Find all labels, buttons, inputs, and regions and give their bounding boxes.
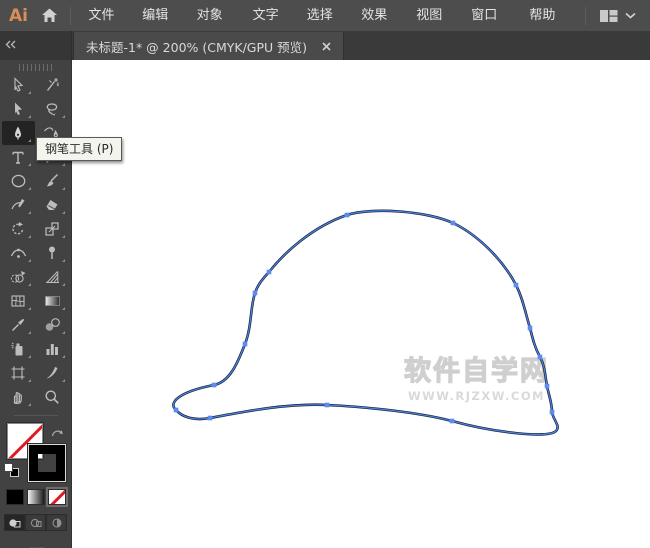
paint-none-button[interactable] <box>48 489 66 505</box>
anchor-points <box>174 213 555 424</box>
stroke-swatch-black[interactable] <box>29 445 65 481</box>
illustrator-window: Ai 文件(F) 编辑(E) 对象(O) 文字(T) 选择(S) 效果(C) 视… <box>0 0 650 548</box>
draw-inside-button[interactable] <box>46 514 67 531</box>
pencil-tool[interactable] <box>2 193 35 217</box>
chevron-down-icon <box>625 12 636 19</box>
hand-tool[interactable] <box>2 385 35 409</box>
menu-items: 文件(F) 编辑(E) 对象(O) 文字(T) 选择(S) 效果(C) 视图(V… <box>80 0 577 31</box>
default-fill-stroke-icon[interactable] <box>4 463 20 478</box>
slice-tool[interactable] <box>36 361 69 385</box>
anchor-point[interactable] <box>253 291 258 296</box>
app-logo[interactable]: Ai <box>0 6 38 26</box>
column-graph-tool[interactable] <box>36 337 69 361</box>
menubar-divider <box>70 7 71 25</box>
selection-tool[interactable] <box>2 73 35 97</box>
menu-edit[interactable]: 编辑(E) <box>133 0 187 31</box>
menubar-divider-right <box>585 7 586 25</box>
menu-type[interactable]: 文字(T) <box>244 0 298 31</box>
workspace-switcher-button[interactable] <box>595 6 640 26</box>
menu-window[interactable]: 窗口(W) <box>462 0 520 31</box>
menu-select[interactable]: 选择(S) <box>298 0 352 31</box>
anchor-point[interactable] <box>345 213 350 218</box>
mesh-tool[interactable] <box>2 289 35 313</box>
helmet-path-selection <box>173 211 557 435</box>
menu-effect[interactable]: 效果(C) <box>352 0 407 31</box>
document-tab-title: 未标题-1* @ 200% (CMYK/GPU 预览) <box>86 37 307 56</box>
paint-gradient-button[interactable] <box>27 489 45 505</box>
type-tool[interactable] <box>2 145 35 169</box>
anchor-point[interactable] <box>528 326 533 331</box>
menu-help[interactable]: 帮助(H) <box>520 0 576 31</box>
draw-normal-button[interactable] <box>4 514 25 531</box>
tool-grid <box>0 73 71 409</box>
blend-tool[interactable] <box>36 313 69 337</box>
pen-tool-tooltip: 钢笔工具 (P) <box>36 137 122 161</box>
zoom-tool[interactable] <box>36 385 69 409</box>
menubar: Ai 文件(F) 编辑(E) 对象(O) 文字(T) 选择(S) 效果(C) 视… <box>0 0 650 31</box>
shape-builder-tool[interactable] <box>2 265 35 289</box>
puppet-warp-tool[interactable] <box>36 241 69 265</box>
swap-fill-stroke-icon[interactable] <box>50 424 64 443</box>
paint-style-row <box>0 489 71 505</box>
toolbar-grip[interactable] <box>19 64 53 71</box>
toolbar-panel-header <box>0 31 72 60</box>
anchor-point[interactable] <box>208 416 213 421</box>
anchor-point[interactable] <box>545 384 550 389</box>
width-tool[interactable] <box>2 241 35 265</box>
magic-wand-tool[interactable] <box>36 73 69 97</box>
artboard-canvas[interactable]: 软件自学网 WWW.RJZXW.COM <box>72 60 650 548</box>
gradient-tool[interactable] <box>36 289 69 313</box>
workspace-layout-icon <box>599 8 619 24</box>
anchor-point[interactable] <box>514 283 519 288</box>
anchor-point[interactable] <box>174 408 179 413</box>
tab-close-icon[interactable] <box>319 39 333 53</box>
anchor-point[interactable] <box>212 383 217 388</box>
perspective-grid-tool[interactable] <box>36 265 69 289</box>
rotate-tool[interactable] <box>2 217 35 241</box>
scale-tool[interactable] <box>36 217 69 241</box>
ellipse-tool[interactable] <box>2 169 35 193</box>
anchor-point[interactable] <box>550 410 555 415</box>
pen-path-svg <box>72 60 650 548</box>
helmet-path-outline <box>173 211 557 435</box>
eraser-tool[interactable] <box>36 193 69 217</box>
pen-tool[interactable] <box>2 121 35 145</box>
paint-color-button[interactable] <box>6 489 24 505</box>
anchor-point[interactable] <box>450 419 455 424</box>
lasso-tool[interactable] <box>36 97 69 121</box>
eyedropper-tool[interactable] <box>2 313 35 337</box>
fill-stroke-cluster <box>0 421 72 481</box>
anchor-point[interactable] <box>325 403 330 408</box>
artboard-tool[interactable] <box>2 361 35 385</box>
menu-object[interactable]: 对象(O) <box>188 0 244 31</box>
toolbar-separator <box>14 415 58 416</box>
tabstrip: 未标题-1* @ 200% (CMYK/GPU 预览) <box>0 31 650 60</box>
draw-behind-button[interactable] <box>25 514 46 531</box>
symbol-sprayer-tool[interactable] <box>2 337 35 361</box>
anchor-point[interactable] <box>243 342 248 347</box>
anchor-point[interactable] <box>451 221 456 226</box>
collapse-panel-icon[interactable] <box>5 34 18 53</box>
home-icon[interactable] <box>38 5 61 27</box>
drawing-mode-row <box>0 514 71 531</box>
menu-file[interactable]: 文件(F) <box>80 0 134 31</box>
anchor-point[interactable] <box>267 270 272 275</box>
paintbrush-tool[interactable] <box>36 169 69 193</box>
direct-selection-tool[interactable] <box>2 97 35 121</box>
document-tab[interactable]: 未标题-1* @ 200% (CMYK/GPU 预览) <box>73 32 344 60</box>
menu-view[interactable]: 视图(V) <box>407 0 462 31</box>
anchor-point[interactable] <box>538 355 543 360</box>
toolbar <box>0 60 72 548</box>
